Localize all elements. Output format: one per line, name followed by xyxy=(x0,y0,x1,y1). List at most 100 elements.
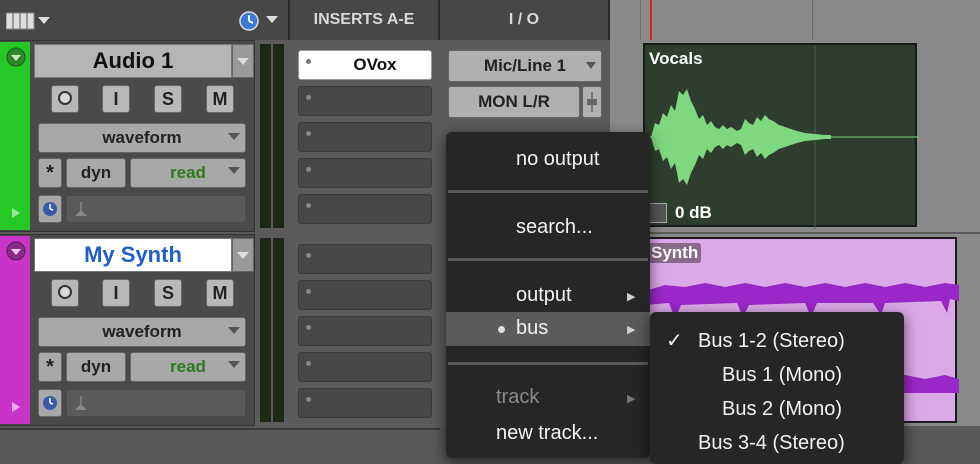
bottom-divider xyxy=(0,428,440,430)
output-popup-menu: no output search... output ▶ bus ▶ track… xyxy=(446,132,650,458)
level-meter-right xyxy=(273,44,284,228)
bus-option[interactable]: Bus 1 (Mono) xyxy=(722,364,842,387)
menu-item-track: track xyxy=(496,386,540,408)
track-name-field[interactable]: Audio 1 xyxy=(34,44,232,78)
track-options-button[interactable] xyxy=(6,241,26,261)
grid-icon xyxy=(5,12,50,30)
clip-vocals[interactable]: Vocals 0 dB xyxy=(643,43,919,229)
clip-gain-control[interactable]: 0 dB xyxy=(649,201,739,225)
mute-button[interactable]: M xyxy=(206,279,234,307)
insert-slot-e[interactable] xyxy=(298,388,432,418)
insert-slot-a[interactable] xyxy=(298,244,432,274)
view-selector-button[interactable] xyxy=(5,11,52,31)
slot-dot-icon xyxy=(306,361,311,366)
insert-slot-d[interactable] xyxy=(298,158,432,188)
menu-item-output[interactable]: output xyxy=(516,284,572,307)
input-monitor-button[interactable]: I xyxy=(102,279,130,307)
clock-icon xyxy=(239,11,278,31)
track-color-strip xyxy=(0,42,30,230)
level-meter-right xyxy=(273,238,284,422)
chevron-down-icon xyxy=(228,327,240,334)
pan-automation-lane[interactable] xyxy=(66,195,246,223)
slot-dot-icon xyxy=(306,131,311,136)
fader-icon xyxy=(587,92,597,112)
chevron-down-icon xyxy=(237,58,249,65)
track-view-selector[interactable]: waveform xyxy=(38,123,246,153)
slot-dot-icon xyxy=(306,397,311,402)
input-monitor-button[interactable]: I xyxy=(102,85,130,113)
dyn-button[interactable]: dyn xyxy=(66,158,126,188)
level-meter-left xyxy=(260,238,271,422)
fader-icon xyxy=(649,203,667,223)
solo-button[interactable]: S xyxy=(154,85,182,113)
track-color-strip xyxy=(0,236,30,424)
clock-button[interactable] xyxy=(238,10,284,32)
output-selector[interactable]: MON L/R xyxy=(448,86,580,118)
bus-option[interactable]: Bus 1-2 (Stereo) xyxy=(698,330,845,353)
track-name-dropdown[interactable] xyxy=(232,238,254,272)
track-options-button[interactable] xyxy=(6,47,26,67)
output-fader-button[interactable] xyxy=(582,86,602,118)
menu-item-bus[interactable]: bus ▶ xyxy=(446,312,650,346)
menu-item-bus-label: bus xyxy=(516,317,549,339)
chevron-down-icon xyxy=(6,47,26,67)
dyn-button[interactable]: dyn xyxy=(66,352,126,382)
chevron-down-icon xyxy=(586,62,596,69)
play-triangle-icon xyxy=(12,208,20,218)
chevron-down-icon xyxy=(237,252,249,259)
play-triangle-icon xyxy=(12,402,20,412)
mute-button[interactable]: M xyxy=(206,85,234,113)
clip-name: Vocals xyxy=(649,49,703,68)
insert-slot-e[interactable] xyxy=(298,194,432,224)
slot-dot-icon xyxy=(306,59,311,64)
solo-button[interactable]: S xyxy=(154,279,182,307)
menu-separator xyxy=(448,362,648,365)
record-enable-button[interactable] xyxy=(51,85,79,113)
bullet-icon xyxy=(498,326,505,333)
menu-item-search[interactable]: search... xyxy=(516,216,593,239)
timebase-button[interactable] xyxy=(38,195,62,223)
submenu-arrow-icon: ▶ xyxy=(627,393,636,405)
ruler-tick xyxy=(640,0,641,40)
slot-dot-icon xyxy=(306,325,311,330)
level-meter-left xyxy=(260,44,271,228)
track-name-field[interactable]: My Synth xyxy=(34,238,232,272)
menu-item-new-track[interactable]: new track... xyxy=(496,422,598,445)
inserts-header: INSERTS A-E xyxy=(313,11,415,28)
clock-icon xyxy=(43,396,57,410)
input-selector[interactable]: Mic/Line 1 xyxy=(448,50,602,82)
clip-name: Synth xyxy=(648,243,702,263)
timeline-ruler[interactable] xyxy=(610,0,980,40)
fader-icon xyxy=(75,202,87,216)
chevron-down-icon xyxy=(228,361,240,368)
bus-option[interactable]: Bus 2 (Mono) xyxy=(722,398,842,421)
track-name-dropdown[interactable] xyxy=(232,44,254,78)
chevron-down-icon xyxy=(6,241,26,261)
asterisk-button[interactable]: * xyxy=(38,352,62,382)
menu-separator xyxy=(448,190,648,193)
track-view-selector[interactable]: waveform xyxy=(38,317,246,347)
bus-option[interactable]: Bus 3-4 (Stereo) xyxy=(698,432,845,455)
insert-slot-d[interactable] xyxy=(298,352,432,382)
slot-dot-icon xyxy=(306,253,311,258)
insert-plugin-name: OVox xyxy=(353,55,397,74)
playhead[interactable] xyxy=(650,0,652,40)
pan-automation-lane[interactable] xyxy=(66,389,246,417)
ruler-tick xyxy=(812,0,813,40)
insert-slot-c[interactable] xyxy=(298,316,432,346)
io-header: I / O xyxy=(508,11,540,28)
bus-submenu: ✓ Bus 1-2 (Stereo) Bus 1 (Mono) Bus 2 (M… xyxy=(650,312,904,464)
record-enable-button[interactable] xyxy=(51,279,79,307)
insert-slot-c[interactable] xyxy=(298,122,432,152)
menu-item-no-output[interactable]: no output xyxy=(516,148,599,171)
slot-dot-icon xyxy=(306,289,311,294)
chevron-down-icon xyxy=(228,167,240,174)
clock-icon xyxy=(43,202,57,216)
timebase-button[interactable] xyxy=(38,389,62,417)
insert-slot-a[interactable]: OVox xyxy=(298,50,432,80)
slot-dot-icon xyxy=(306,203,311,208)
insert-slot-b[interactable] xyxy=(298,280,432,310)
insert-slot-b[interactable] xyxy=(298,86,432,116)
asterisk-button[interactable]: * xyxy=(38,158,62,188)
slot-dot-icon xyxy=(306,167,311,172)
